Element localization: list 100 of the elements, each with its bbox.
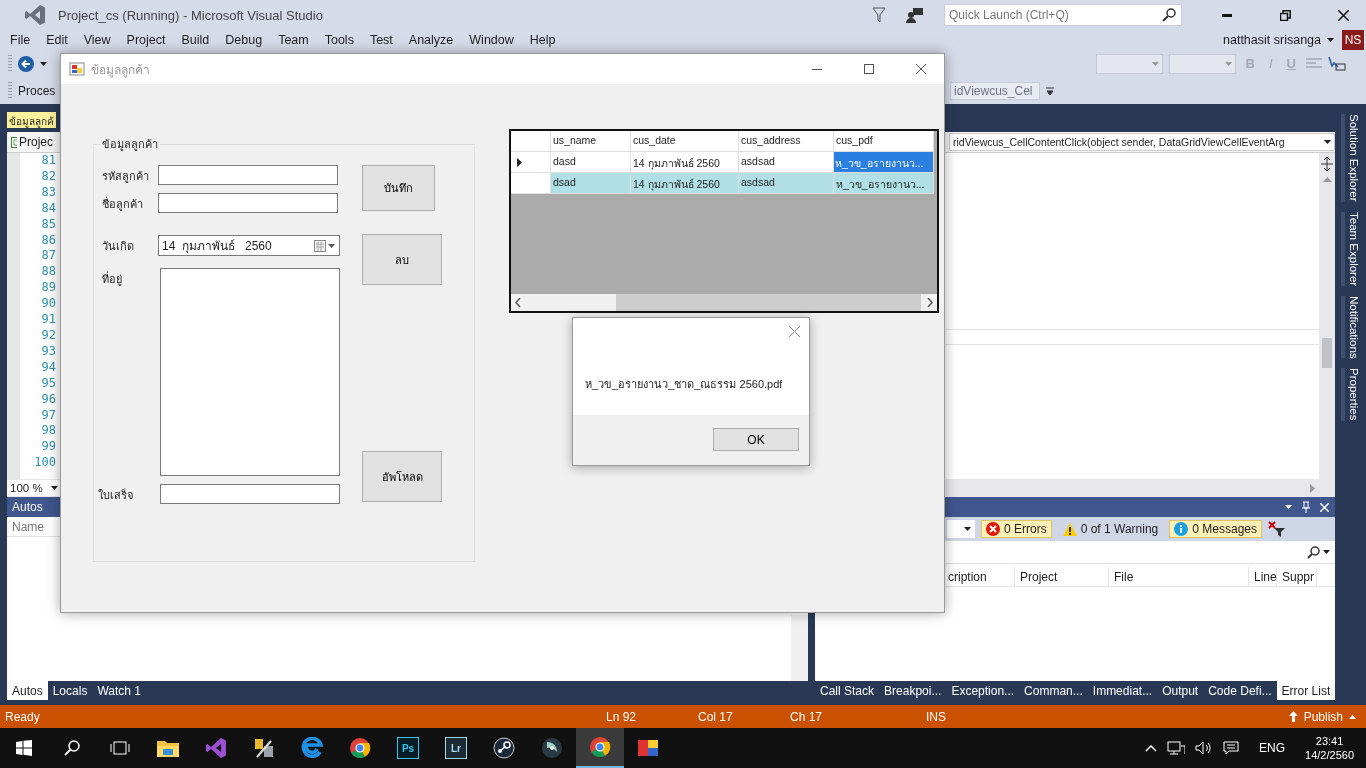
menu-item[interactable]: Team (270, 33, 317, 47)
scroll-thumb[interactable] (1322, 338, 1332, 368)
close-icon[interactable] (789, 326, 800, 337)
panel-tab[interactable]: Error List (1276, 681, 1335, 700)
menu-item[interactable]: View (75, 33, 119, 47)
upload-button[interactable]: อัพโหลด (362, 451, 442, 502)
quick-launch-field[interactable]: Quick Launch (Ctrl+Q) (944, 4, 1182, 26)
menu-item[interactable]: Help (521, 33, 564, 47)
chrome-icon (349, 737, 371, 759)
windows-logo-icon (16, 740, 32, 756)
taskbar-button[interactable]: Ps (384, 728, 432, 768)
column-header[interactable]: cus_address (739, 131, 834, 152)
taskbar-button[interactable] (576, 728, 624, 768)
publish-button[interactable]: Publish (1288, 709, 1356, 724)
delete-button[interactable]: ลบ (362, 234, 442, 285)
address-field[interactable] (160, 268, 340, 476)
app-icon (637, 737, 659, 759)
feedback-icon[interactable] (906, 7, 924, 23)
date-picker[interactable]: 14 กุมภาพันธ์ 2560 (158, 235, 340, 256)
network-icon[interactable] (1167, 741, 1186, 755)
insert-mode-indicator: INS (926, 709, 946, 724)
line-number: 100 (33, 455, 56, 472)
panel-tab[interactable]: Immediat... (1087, 681, 1158, 700)
user-name[interactable]: natthasit srisanga (1223, 33, 1321, 47)
menu-item[interactable]: Build (173, 33, 218, 47)
cursor-icon[interactable] (1328, 55, 1346, 72)
menu-item[interactable]: Window (461, 33, 522, 47)
table-cell[interactable]: 14 กุมภาพันธ์ 2560 (631, 152, 739, 173)
project-dropdown[interactable]: Projec (7, 135, 53, 149)
panel-tab[interactable]: Code Defi... (1203, 681, 1277, 700)
member-dropdown[interactable]: idViewcus_Cel (950, 81, 1040, 100)
status-text: Ready (5, 709, 41, 724)
menu-item[interactable]: Test (361, 33, 401, 47)
side-tab[interactable]: Team Explorer (1341, 211, 1360, 286)
side-tab[interactable]: Notifications (1341, 295, 1360, 359)
process-label: Proces (18, 83, 56, 98)
clock-date[interactable]: 14/2/2560 (1305, 748, 1354, 762)
minimize-icon (812, 68, 822, 70)
pin-icon[interactable] (1302, 501, 1310, 513)
tool-icon (253, 737, 275, 759)
document-tab[interactable]: ข้อมูลลูกค้ (7, 112, 56, 128)
menu-item[interactable]: Edit (38, 33, 76, 47)
input-field[interactable] (160, 484, 340, 504)
input-field[interactable] (158, 165, 338, 185)
vertical-scrollbar[interactable] (791, 615, 808, 681)
panel-tab[interactable]: Watch 1 (92, 681, 146, 700)
table-cell[interactable]: asdsad (739, 152, 834, 173)
zoom-dropdown[interactable]: 100 % (7, 480, 61, 496)
menu-item[interactable]: Analyze (400, 33, 462, 47)
table-cell[interactable]: ห_วข_อรายงานว... (834, 152, 934, 173)
table-cell[interactable]: dsad (551, 173, 631, 194)
member-dropdown[interactable]: ridViewcus_CellContentClick(object sender, DataGridViewCellEventArg (949, 133, 1335, 151)
funnel-icon[interactable] (872, 7, 886, 23)
column-header[interactable]: Suppr (1277, 567, 1317, 586)
notification-icon[interactable] (1223, 741, 1240, 755)
language-indicator[interactable]: ENG (1259, 741, 1286, 755)
avatar[interactable]: NS (1342, 30, 1364, 50)
column-header[interactable]: us_name (551, 131, 631, 152)
panel-tab[interactable]: Output (1157, 681, 1204, 700)
group-title: ข้อมูลลูกค้า (101, 137, 159, 153)
clear-filter-icon[interactable] (1268, 521, 1286, 537)
column-header[interactable]: Project (1015, 567, 1109, 586)
ok-button[interactable]: OK (713, 428, 799, 451)
volume-icon[interactable] (1195, 741, 1214, 755)
column-header[interactable]: Line (1249, 567, 1277, 586)
horizontal-scrollbar[interactable] (511, 294, 937, 311)
table-cell[interactable]: 14 กุมภาพันธ์ 2560 (631, 173, 739, 194)
menu-item[interactable]: Project (118, 33, 174, 47)
caret-icon (1323, 550, 1330, 554)
panel-tab[interactable]: Comman... (1019, 681, 1088, 700)
panel-tab[interactable]: Call Stack (815, 681, 880, 700)
line-number: 89 (40, 280, 56, 297)
input-field[interactable] (158, 193, 338, 213)
panel-tab[interactable]: Locals (47, 681, 93, 700)
panel-tab[interactable]: Exception... (946, 681, 1020, 700)
column-header[interactable]: cus_date (631, 131, 739, 152)
side-tab[interactable]: Solution Explorer (1341, 114, 1360, 202)
back-icon[interactable] (18, 55, 34, 72)
panel-tab[interactable]: Autos (7, 681, 48, 700)
overflow-icon[interactable] (1046, 85, 1054, 96)
filter-toggle[interactable]: 0 of 1 Warning (1057, 520, 1164, 538)
table-cell[interactable]: asdsad (739, 173, 834, 194)
menu-item[interactable]: Tools (316, 33, 362, 47)
filter-toggle[interactable]: 0 Errors (981, 520, 1052, 538)
save-button[interactable]: บันทึก (362, 165, 435, 211)
table-cell[interactable]: ห_วข_อรายงานว... (834, 173, 934, 194)
chevron-up-icon[interactable] (1145, 744, 1158, 752)
table-cell[interactable]: dasd (551, 152, 631, 173)
column-header[interactable]: File (1109, 567, 1249, 586)
menu-item[interactable]: File (2, 33, 39, 47)
panel-tab[interactable]: Breakpoi... (879, 681, 947, 700)
taskbar-button[interactable]: Lr (432, 728, 480, 768)
clock-time[interactable]: 23:41 (1315, 734, 1344, 748)
filter-toggle[interactable]: 0 Messages (1169, 520, 1262, 538)
scope-dropdown[interactable] (947, 520, 975, 538)
column-header[interactable]: cus_pdf (834, 131, 934, 152)
menu-item[interactable]: Debug (217, 33, 271, 47)
vertical-scrollbar[interactable] (1319, 153, 1335, 479)
side-tab[interactable]: Properties (1341, 368, 1360, 421)
row-header[interactable] (511, 152, 551, 173)
